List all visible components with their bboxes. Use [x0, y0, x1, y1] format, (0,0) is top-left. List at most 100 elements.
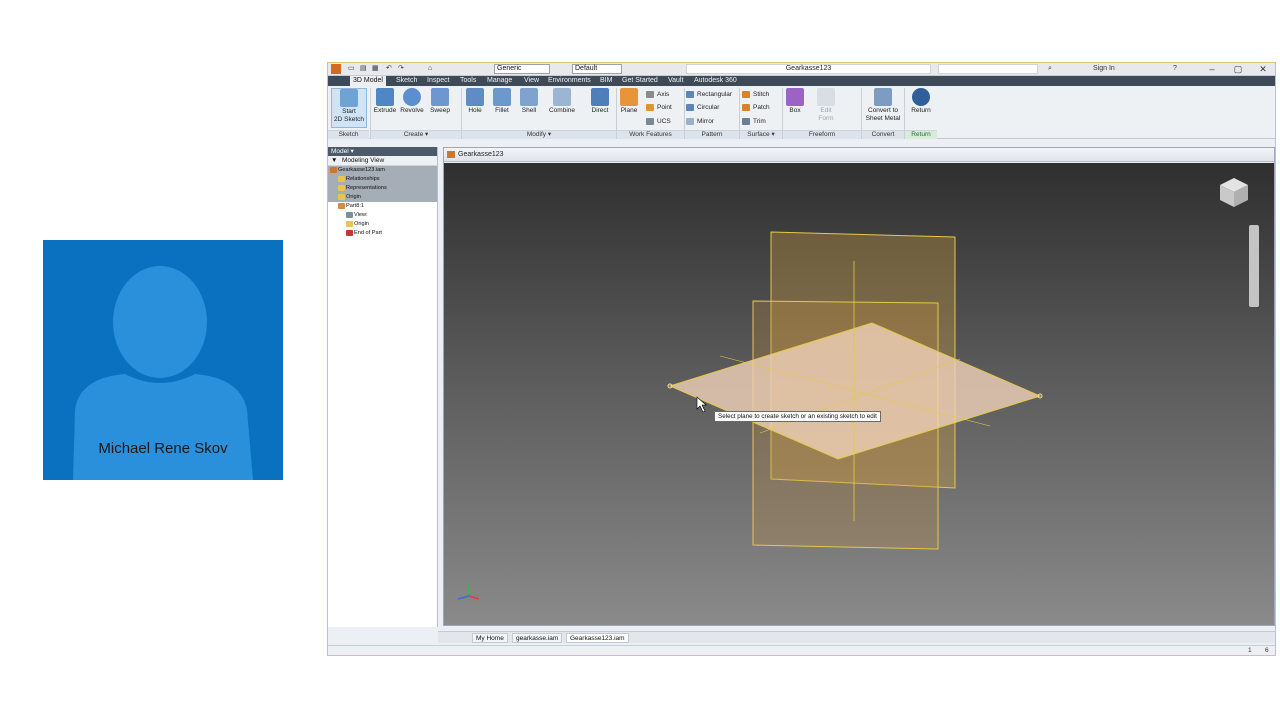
- browser-node[interactable]: Part8:1: [328, 202, 437, 211]
- end-of-part-icon: [346, 229, 353, 236]
- shell-button[interactable]: Shell: [518, 88, 540, 115]
- home-icon[interactable]: ⌂: [428, 64, 432, 74]
- return-arrow-icon: [912, 88, 930, 106]
- combine-button[interactable]: Combine: [546, 88, 578, 115]
- tab-get-started[interactable]: Get Started: [619, 76, 661, 86]
- material-select[interactable]: Generic: [494, 64, 550, 74]
- assembly-icon: [330, 166, 337, 173]
- edit-form-icon: [817, 88, 835, 106]
- assembly-icon: [447, 151, 455, 158]
- rectangular-pattern-button[interactable]: Rectangular: [686, 90, 732, 99]
- box-icon: [786, 88, 804, 106]
- hole-button[interactable]: Hole: [464, 88, 486, 115]
- triad-z-axis: [457, 595, 470, 600]
- stitch-button[interactable]: Stitch: [742, 90, 769, 99]
- group-create: Create ▾: [371, 130, 461, 139]
- tab-manage[interactable]: Manage: [484, 76, 515, 86]
- inventor-window: ▭ ▤ ▦ ↶ ↷ ⌂ Generic Default Gearkasse123…: [327, 62, 1276, 656]
- fillet-button[interactable]: Fillet: [491, 88, 513, 115]
- point-button[interactable]: Point: [646, 103, 672, 112]
- return-button[interactable]: Return: [908, 88, 934, 115]
- doc-tab-gearkasse123[interactable]: Gearkasse123.iam: [566, 633, 629, 643]
- tab-view[interactable]: View: [521, 76, 542, 86]
- appearance-select[interactable]: Default: [572, 64, 622, 74]
- tab-autodesk-360[interactable]: Autodesk 360: [691, 76, 740, 86]
- tab-3d-model[interactable]: 3D Model: [350, 76, 386, 86]
- start-2d-sketch-button[interactable]: Start 2D Sketch: [331, 88, 367, 128]
- browser-node[interactable]: End of Part: [328, 229, 437, 238]
- tooltip: Select plane to create sketch or an exis…: [714, 411, 881, 422]
- browser-node[interactable]: Origin: [328, 193, 437, 202]
- browser-node-label: Origin: [354, 221, 369, 227]
- ucs-button[interactable]: UCS: [646, 117, 671, 126]
- combine-icon: [553, 88, 571, 106]
- browser-node[interactable]: Representations: [328, 184, 437, 193]
- axis-button[interactable]: Axis: [646, 90, 669, 99]
- graphics-viewport: Gearkasse123 Select plane to create sket…: [443, 147, 1275, 626]
- browser-node[interactable]: Gearkasse123.iam: [328, 166, 437, 175]
- extrude-button[interactable]: Extrude: [373, 88, 397, 115]
- navigation-bar[interactable]: [1249, 225, 1259, 307]
- browser-node-label: View:: [354, 212, 368, 218]
- browser-node[interactable]: Origin: [328, 220, 437, 229]
- tab-environments[interactable]: Environments: [545, 76, 594, 86]
- maximize-button[interactable]: ▢: [1226, 63, 1250, 75]
- sweep-button[interactable]: Sweep: [428, 88, 452, 115]
- circular-pattern-button[interactable]: Circular: [686, 103, 719, 112]
- folder-icon: [338, 175, 345, 182]
- redo-icon[interactable]: ↷: [398, 64, 404, 74]
- plane-button[interactable]: Plane: [618, 88, 640, 115]
- save-icon[interactable]: ▦: [372, 64, 379, 74]
- browser-header[interactable]: Model ▾: [328, 147, 437, 156]
- search-icon[interactable]: ⌕: [1048, 64, 1052, 74]
- fillet-icon: [493, 88, 511, 106]
- tab-inspect[interactable]: Inspect: [424, 76, 453, 86]
- doc-tab-my-home[interactable]: My Home: [472, 633, 508, 643]
- sweep-icon: [431, 88, 449, 106]
- mirror-button[interactable]: Mirror: [686, 117, 714, 126]
- tab-vault[interactable]: Vault: [665, 76, 686, 86]
- browser-tree: Gearkasse123.iam Relationships Representat…: [328, 166, 437, 238]
- browser-node[interactable]: Relationships: [328, 175, 437, 184]
- doc-tab-gearkasse[interactable]: gearkasse.iam: [512, 633, 563, 643]
- direct-button[interactable]: Direct: [588, 88, 612, 115]
- origin-planes-svg[interactable]: [444, 163, 1274, 625]
- presenter-name: Michael Rene Skov: [98, 440, 228, 457]
- app-menu-icon[interactable]: [331, 64, 341, 74]
- edit-form-button[interactable]: Edit Form: [815, 88, 837, 123]
- ribbon-tab-bar: 3D Model Sketch Inspect Tools Manage Vie…: [328, 76, 1275, 86]
- tab-sketch[interactable]: Sketch: [393, 76, 420, 86]
- plane-icon: [620, 88, 638, 106]
- group-surface: Surface ▾: [740, 130, 782, 139]
- box-button[interactable]: Box: [784, 88, 806, 115]
- tab-bim[interactable]: BIM: [597, 76, 615, 86]
- model-canvas[interactable]: Select plane to create sketch or an exis…: [444, 163, 1274, 625]
- trim-button[interactable]: Trim: [742, 117, 766, 126]
- extrude-icon: [376, 88, 394, 106]
- new-icon[interactable]: ▭: [348, 64, 355, 74]
- folder-icon: [346, 220, 353, 227]
- convert-to-sheet-metal-button[interactable]: Convert to Sheet Metal: [863, 88, 903, 123]
- signin-link[interactable]: Sign In: [1093, 64, 1115, 74]
- tab-tools[interactable]: Tools: [457, 76, 479, 86]
- browser-node[interactable]: View:: [328, 211, 437, 220]
- browser-view-selector[interactable]: ▼ Modeling View: [328, 156, 437, 166]
- revolve-button[interactable]: Revolve: [399, 88, 425, 115]
- undo-icon[interactable]: ↶: [386, 64, 392, 74]
- browser-node-label: End of Part: [354, 230, 382, 236]
- patch-button[interactable]: Patch: [742, 103, 770, 112]
- close-button[interactable]: ✕: [1251, 63, 1275, 75]
- minimize-button[interactable]: –: [1200, 63, 1224, 75]
- status-count-1: 1: [1248, 647, 1252, 654]
- open-icon[interactable]: ▤: [360, 64, 367, 74]
- group-pattern: Pattern: [685, 130, 739, 139]
- help-search-input[interactable]: [938, 64, 1038, 74]
- hole-icon: [466, 88, 484, 106]
- browser-node-label: Relationships: [346, 176, 380, 182]
- direct-icon: [591, 88, 609, 106]
- document-tab-bar: My Home gearkasse.iam Gearkasse123.iam: [438, 631, 1275, 643]
- title-bar: ▭ ▤ ▦ ↶ ↷ ⌂ Generic Default Gearkasse123…: [328, 63, 1275, 76]
- filter-icon[interactable]: ▼: [331, 156, 337, 166]
- shell-icon: [520, 88, 538, 106]
- help-icon[interactable]: ?: [1173, 64, 1177, 74]
